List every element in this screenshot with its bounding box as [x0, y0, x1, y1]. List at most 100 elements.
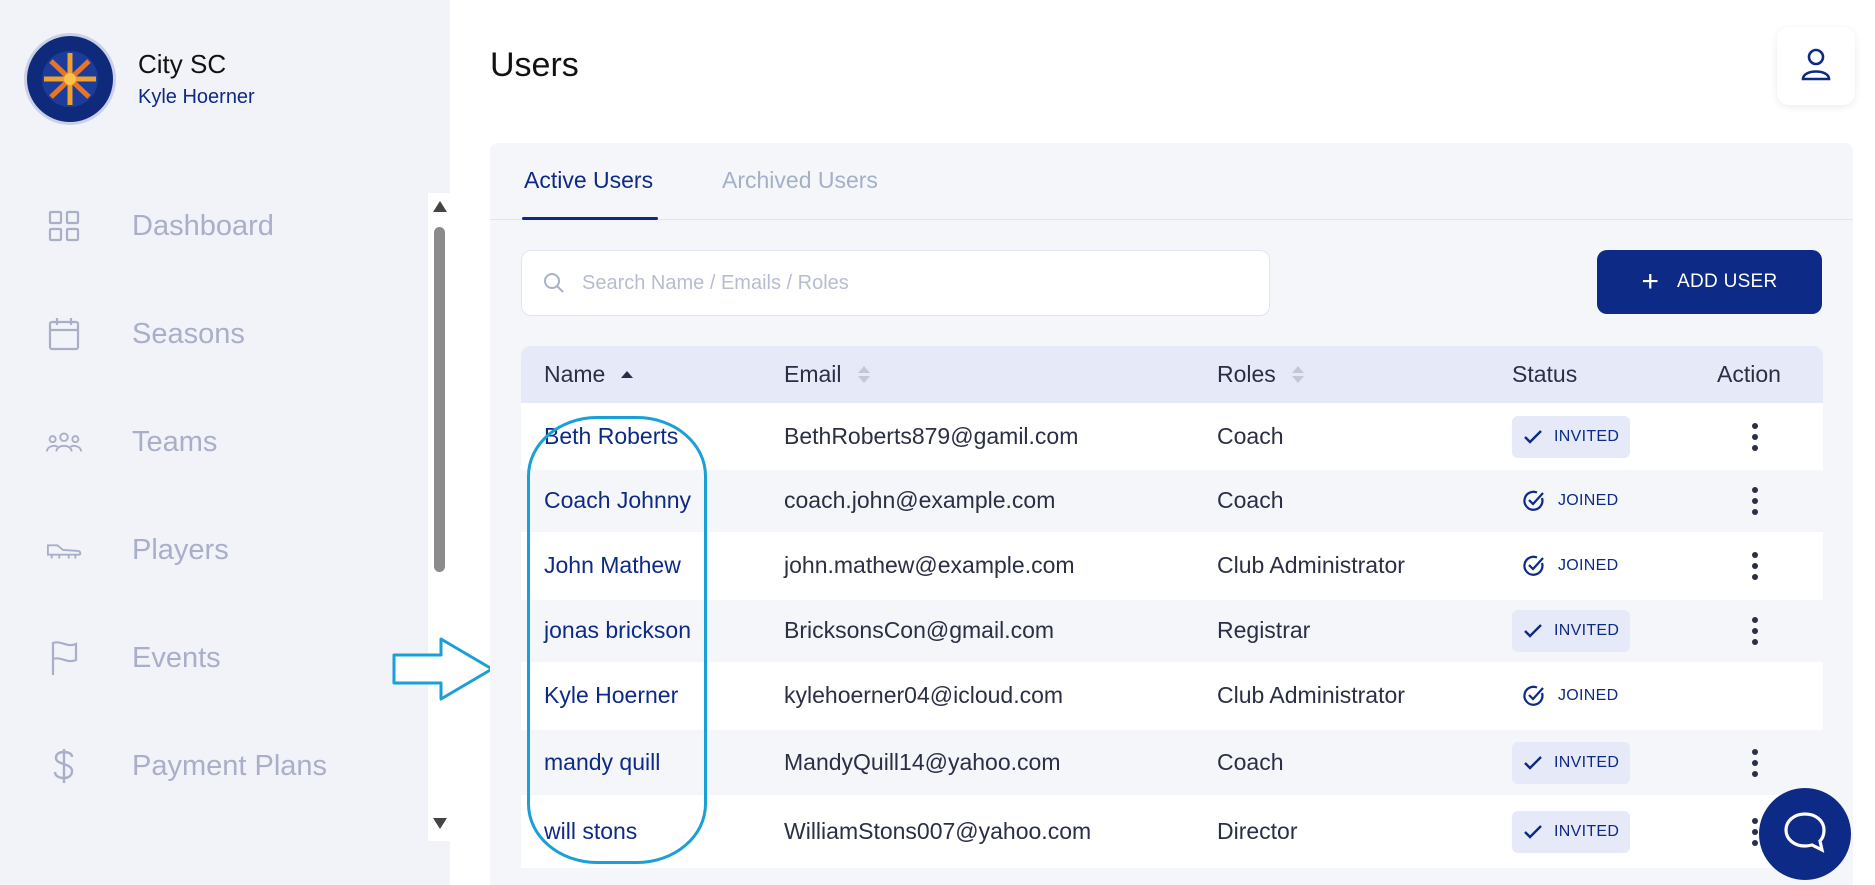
check-circle-icon — [1522, 554, 1546, 578]
add-user-button[interactable]: + ADD USER — [1597, 250, 1822, 314]
user-role: Coach — [1217, 487, 1284, 513]
calendar-icon — [46, 316, 82, 352]
check-circle-icon — [1522, 489, 1546, 513]
scroll-thumb[interactable] — [434, 227, 445, 572]
grid-icon — [46, 208, 82, 244]
user-email: BethRoberts879@gamil.com — [784, 423, 1079, 449]
status-label: INVITED — [1554, 622, 1620, 639]
user-name-link[interactable]: will stons — [544, 818, 637, 845]
user-icon — [1801, 47, 1831, 86]
table-row: mandy quill MandyQuill14@yahoo.com Coach IN… — [521, 730, 1823, 795]
status-badge: INVITED — [1512, 742, 1630, 784]
users-table: Name Email Roles Status Action Beth Robe… — [521, 346, 1823, 868]
user-role: Coach — [1217, 423, 1284, 449]
table-body: Beth Roberts BethRoberts879@gamil.com Coac… — [521, 403, 1823, 868]
add-user-label: ADD USER — [1676, 271, 1778, 292]
sidebar-scrollbar[interactable] — [428, 193, 450, 841]
check-icon — [1524, 624, 1542, 638]
sidebar-item-players[interactable]: Players — [46, 520, 229, 580]
sidebar-item-payment-plans[interactable]: Payment Plans — [46, 736, 327, 796]
search-box[interactable] — [521, 250, 1270, 316]
user-role: Coach — [1217, 749, 1284, 775]
tab-bar: Active Users Archived Users — [490, 143, 1853, 220]
page-title: Users — [490, 46, 579, 84]
sidebar-item-label: Players — [132, 533, 229, 566]
table-row: jonas brickson BricksonsCon@gmail.com Regi… — [521, 600, 1823, 662]
sidebar-item-teams[interactable]: Teams — [46, 412, 217, 472]
scroll-down-arrow-icon[interactable] — [433, 818, 447, 829]
table-row: Kyle Hoerner kylehoerner04@icloud.com Club… — [521, 662, 1823, 730]
status-badge: JOINED — [1512, 675, 1618, 717]
user-email: john.mathew@example.com — [784, 552, 1075, 578]
user-name-link[interactable]: Kyle Hoerner — [544, 682, 678, 709]
user-email: BricksonsCon@gmail.com — [784, 617, 1055, 643]
column-header-name[interactable]: Name — [544, 361, 634, 388]
sidebar-item-label: Events — [132, 641, 221, 674]
users-panel: Active Users Archived Users + ADD USER N… — [490, 143, 1853, 885]
sidebar-item-label: Teams — [132, 425, 218, 458]
status-label: JOINED — [1558, 492, 1619, 509]
table-row: will stons WilliamStons007@yahoo.com Direc… — [521, 795, 1823, 868]
user-name-link[interactable]: Beth Roberts — [544, 423, 678, 450]
sidebar-item-seasons[interactable]: Seasons — [46, 304, 245, 364]
check-icon — [1524, 825, 1542, 839]
more-options-icon[interactable] — [1740, 417, 1770, 457]
user-email: coach.john@example.com — [784, 487, 1056, 513]
plus-icon: + — [1641, 265, 1659, 298]
status-label: INVITED — [1554, 428, 1620, 445]
user-email: kylehoerner04@icloud.com — [784, 682, 1064, 708]
search-icon — [542, 271, 566, 295]
chat-bubble-icon — [1782, 810, 1828, 859]
sort-icon[interactable] — [1291, 366, 1304, 383]
sidebar-item-dashboard[interactable]: Dashboard — [46, 196, 274, 256]
column-header-label: Action — [1717, 361, 1781, 387]
tab-active-users[interactable]: Active Users — [524, 167, 653, 194]
more-options-icon[interactable] — [1740, 743, 1770, 783]
status-badge: INVITED — [1512, 811, 1630, 853]
status-label: INVITED — [1554, 754, 1620, 771]
check-icon — [1524, 756, 1542, 770]
people-icon — [46, 424, 82, 460]
more-options-icon[interactable] — [1740, 611, 1770, 651]
status-badge: INVITED — [1512, 416, 1630, 458]
check-circle-icon — [1522, 684, 1546, 708]
club-logo — [24, 33, 116, 125]
org-header: City SC Kyle Hoerner — [24, 33, 255, 125]
user-name-link[interactable]: Coach Johnny — [544, 487, 691, 514]
user-role: Director — [1217, 818, 1298, 844]
chat-support-button[interactable] — [1759, 788, 1851, 880]
dollar-icon — [46, 748, 82, 784]
sidebar-item-label: Seasons — [132, 317, 245, 350]
sort-icon[interactable] — [857, 366, 870, 383]
table-row: John Mathew john.mathew@example.com Club A… — [521, 532, 1823, 600]
flag-icon — [46, 640, 82, 676]
status-label: JOINED — [1558, 557, 1619, 574]
sidebar: City SC Kyle Hoerner Dashboard Seasons T… — [0, 0, 450, 885]
user-role: Club Administrator — [1217, 552, 1405, 578]
user-name-link[interactable]: jonas brickson — [544, 617, 691, 644]
more-options-icon[interactable] — [1740, 481, 1770, 521]
active-tab-indicator — [522, 217, 658, 220]
table-header: Name Email Roles Status Action — [521, 346, 1823, 403]
callout-arrow-icon — [392, 637, 494, 701]
status-badge: INVITED — [1512, 610, 1630, 652]
user-role: Club Administrator — [1217, 682, 1405, 708]
profile-button[interactable] — [1777, 27, 1855, 105]
column-header-label: Name — [544, 361, 606, 387]
tab-archived-users[interactable]: Archived Users — [722, 167, 878, 194]
table-row: Coach Johnny coach.john@example.com Coach J… — [521, 470, 1823, 532]
column-header-roles[interactable]: Roles — [1217, 361, 1304, 388]
status-badge: JOINED — [1512, 480, 1618, 522]
user-name-link[interactable]: John Mathew — [544, 552, 681, 579]
cleat-icon — [46, 532, 82, 568]
status-label: JOINED — [1558, 687, 1619, 704]
sidebar-item-events[interactable]: Events — [46, 628, 221, 688]
user-name-link[interactable]: mandy quill — [544, 749, 660, 776]
scroll-up-arrow-icon[interactable] — [433, 201, 447, 212]
sort-ascending-icon[interactable] — [621, 371, 634, 378]
column-header-email[interactable]: Email — [784, 361, 870, 388]
sidebar-nav: Dashboard Seasons Teams Players Events P… — [0, 176, 430, 841]
more-options-icon[interactable] — [1740, 546, 1770, 586]
table-row: Beth Roberts BethRoberts879@gamil.com Coac… — [521, 403, 1823, 470]
search-input[interactable] — [582, 271, 1232, 295]
